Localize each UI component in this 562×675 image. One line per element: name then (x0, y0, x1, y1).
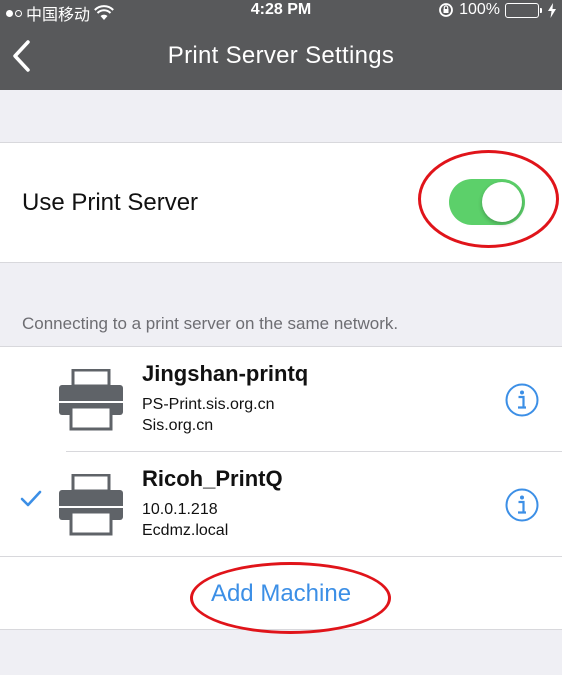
charging-bolt-icon (548, 2, 556, 18)
machine-host: PS-Print.sis.org.cn (142, 396, 275, 413)
battery-icon (505, 2, 542, 18)
use-print-server-toggle[interactable] (449, 179, 525, 225)
nav-bar: Print Server Settings (0, 22, 562, 90)
machine-list: Jingshan-printq PS-Print.sis.org.cn Sis.… (0, 346, 562, 630)
info-icon[interactable] (505, 488, 539, 522)
page-title: Print Server Settings (167, 42, 395, 69)
battery-percent: 100% (459, 1, 500, 18)
machine-item[interactable]: Ricoh_PrintQ 10.0.1.218 Ecdmz.local (0, 452, 562, 556)
header: 中国移动 4:28 PM 100% Print Server Settings (0, 0, 562, 90)
status-right: 100% (438, 1, 556, 19)
machine-host: 10.0.1.218 (142, 501, 218, 518)
machine-name: Ricoh_PrintQ (142, 466, 283, 491)
machine-domain: Sis.org.cn (142, 417, 214, 434)
add-machine-button[interactable]: Add Machine (0, 557, 562, 630)
use-print-server-label: Use Print Server (22, 189, 199, 216)
toggle-knob (482, 182, 522, 222)
printer-icon (59, 369, 123, 431)
info-icon[interactable] (505, 383, 539, 417)
checkmark-icon (20, 490, 42, 507)
machine-name: Jingshan-printq (142, 361, 309, 386)
section-caption: Connecting to a print server on the same… (22, 314, 399, 333)
machine-domain: Ecdmz.local (142, 522, 229, 539)
orientation-lock-icon (439, 3, 453, 17)
printer-icon (59, 474, 123, 536)
status-bar: 中国移动 4:28 PM 100% (0, 0, 562, 24)
machine-item[interactable]: Jingshan-printq PS-Print.sis.org.cn Sis.… (0, 347, 562, 451)
